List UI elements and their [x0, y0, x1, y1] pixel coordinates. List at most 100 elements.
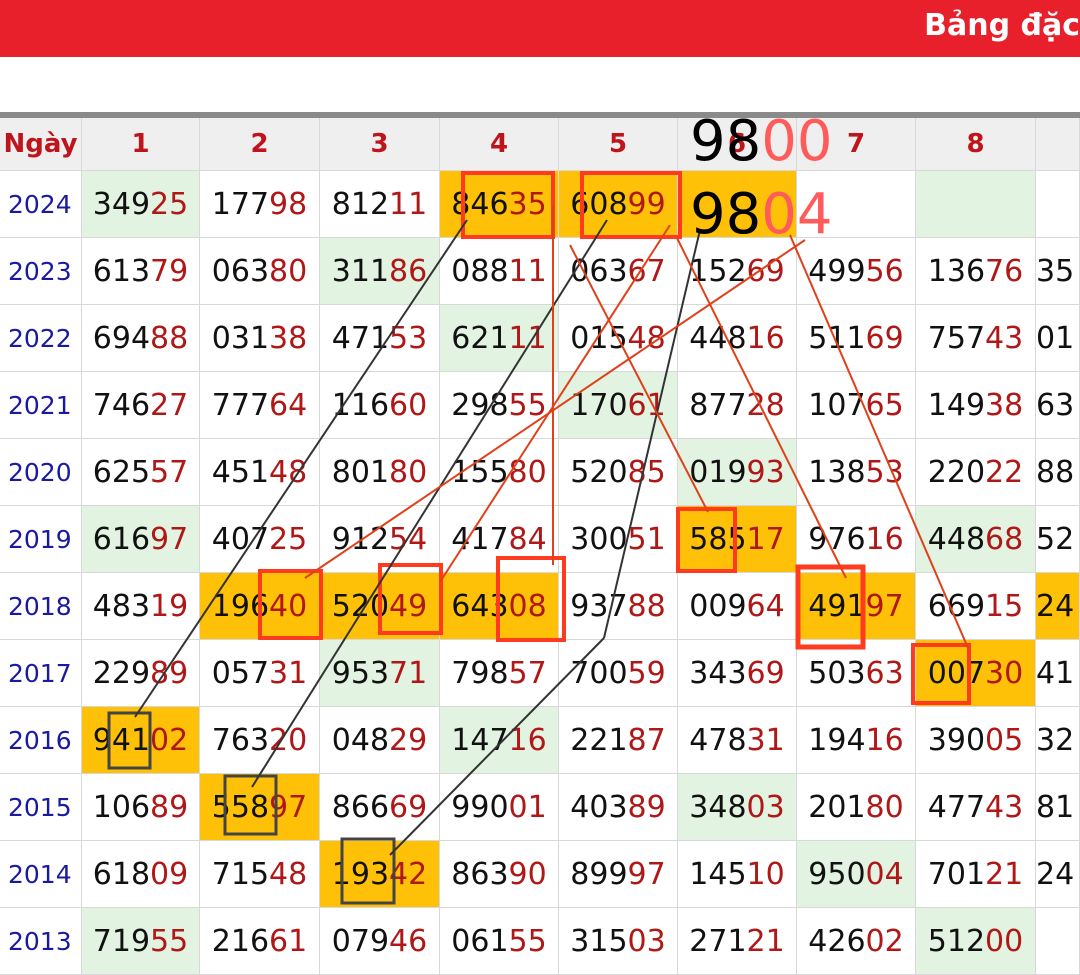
cell-tail-digits: 65: [865, 387, 904, 423]
cell-tail-digits: 97: [269, 789, 308, 825]
table-cell: 625 57: [82, 439, 200, 506]
cell-tail-digits: 97: [627, 856, 666, 892]
cell-head-digits: 063: [570, 253, 628, 289]
cell-tail-digits: 02: [865, 923, 904, 959]
cell-tail-digits: 69: [746, 655, 785, 691]
cell-head-digits: 866: [331, 789, 390, 825]
cell-tail-digits: 57: [150, 454, 189, 490]
cell-head-digits: 015: [570, 320, 628, 356]
year-label: 2019: [0, 506, 82, 573]
cell-tail-digits: 59: [627, 655, 666, 691]
cell-tail-digits: 11: [508, 253, 547, 289]
table-cell: 558 97: [200, 774, 320, 841]
cell-head-digits: 403: [570, 789, 628, 825]
cell-head-digits: 941: [92, 722, 151, 758]
table-cell: 613 79: [82, 238, 200, 305]
cell-head-digits: 220: [927, 454, 986, 490]
table-cell: 390 05: [916, 707, 1036, 774]
table-cell: 201 80: [797, 774, 916, 841]
year-label: 2018: [0, 573, 82, 640]
table-cell: 061 55: [440, 908, 559, 975]
year-label: 2020: [0, 439, 82, 506]
cell-tail-digits: 15: [985, 588, 1024, 624]
table-cell: 136 76: [916, 238, 1036, 305]
cell-tail-digits: 22: [985, 454, 1024, 490]
cell-tail-digits: 38: [269, 320, 308, 356]
table-cell: 520 85: [559, 439, 678, 506]
cell-tail-digits: 43: [985, 789, 1024, 825]
table-cell: 009 64: [678, 573, 797, 640]
table-cell: 079 46: [320, 908, 440, 975]
cell-head-digits: 812: [331, 186, 390, 222]
table-cell: 669 15: [916, 573, 1036, 640]
cell-head-digits: 145: [689, 856, 747, 892]
annotation-2-black: 98: [690, 182, 762, 247]
cell-head-digits: 216: [211, 923, 270, 959]
cell-head-digits: 136: [927, 253, 986, 289]
table-cell: 229 89: [82, 640, 200, 707]
table-cell: 35: [1036, 238, 1080, 305]
table-cell: 048 29: [320, 707, 440, 774]
cell-head-digits: 503: [808, 655, 866, 691]
cell-tail-digits: 80: [865, 789, 904, 825]
table-cell: [1036, 171, 1080, 238]
cell-tail-digits: 02: [150, 722, 189, 758]
cell-tail-digits: 57: [508, 655, 547, 691]
annotation-1-red: 00: [761, 109, 833, 174]
cell-head-digits: 700: [570, 655, 628, 691]
cell-head-digits: 229: [92, 655, 151, 691]
cell-tail-digits: 42: [389, 856, 428, 892]
table-cell: 643 08: [440, 573, 559, 640]
cell-tail-digits: 21: [746, 923, 785, 959]
table-cell: 088 11: [440, 238, 559, 305]
table-cell: 220 22: [916, 439, 1036, 506]
cell-tail-digits: 67: [627, 253, 666, 289]
year-label: 2022: [0, 305, 82, 372]
cell-tail-digits: 08: [508, 588, 547, 624]
cell-head-digits: 194: [808, 722, 866, 758]
table-cell: 520 49: [320, 573, 440, 640]
annotation-line-1: 9800: [690, 114, 833, 170]
table-cell: 616 97: [82, 506, 200, 573]
cell-tail-digits: 11: [508, 320, 547, 356]
year-label: 2013: [0, 908, 82, 975]
cell-head-digits: 448: [927, 521, 986, 557]
cell-head-digits: 063: [211, 253, 270, 289]
table-cell: 426 02: [797, 908, 916, 975]
cell-tail-digits: 69: [389, 789, 428, 825]
cell-tail-digits: 03: [746, 789, 785, 825]
cell-head-digits: 116: [331, 387, 390, 423]
cell-head-digits: 019: [689, 454, 747, 490]
table-cell: 155 80: [440, 439, 559, 506]
table-cell: 491 97: [797, 573, 916, 640]
cell-tail-digits: 84: [508, 521, 547, 557]
table-cell: 32: [1036, 707, 1080, 774]
table-cell: 701 21: [916, 841, 1036, 908]
table-cell: 777 64: [200, 372, 320, 439]
cell-tail-digits: 60: [389, 387, 428, 423]
cell-head-digits: 499: [808, 253, 866, 289]
cell-tail-digits: 49: [389, 588, 428, 624]
table-cell: 700 59: [559, 640, 678, 707]
cell-tail-digits: 61: [269, 923, 308, 959]
cell-tail-digits: 97: [865, 588, 904, 624]
cell-head-digits: 757: [927, 320, 986, 356]
cell-head-digits: 520: [331, 588, 390, 624]
table-cell: 170 61: [559, 372, 678, 439]
cell-tail-digits: 86: [389, 253, 428, 289]
cell-head-digits: 950: [808, 856, 866, 892]
cell-tail-digits: 31: [269, 655, 308, 691]
table-cell: 478 31: [678, 707, 797, 774]
table-cell: 63: [1036, 372, 1080, 439]
table-cell: 81: [1036, 774, 1080, 841]
cell-head-digits: 201: [808, 789, 866, 825]
cell-tail-digits: 99: [627, 186, 666, 222]
cell-head-digits: 315: [570, 923, 628, 959]
cell-head-digits: 471: [331, 320, 390, 356]
table-cell: 106 89: [82, 774, 200, 841]
cell-tail-digits: 89: [627, 789, 666, 825]
table-cell: 348 03: [678, 774, 797, 841]
cell-tail-digits: 48: [627, 320, 666, 356]
table-cell: 349 25: [82, 171, 200, 238]
cell-head-digits: 777: [211, 387, 270, 423]
